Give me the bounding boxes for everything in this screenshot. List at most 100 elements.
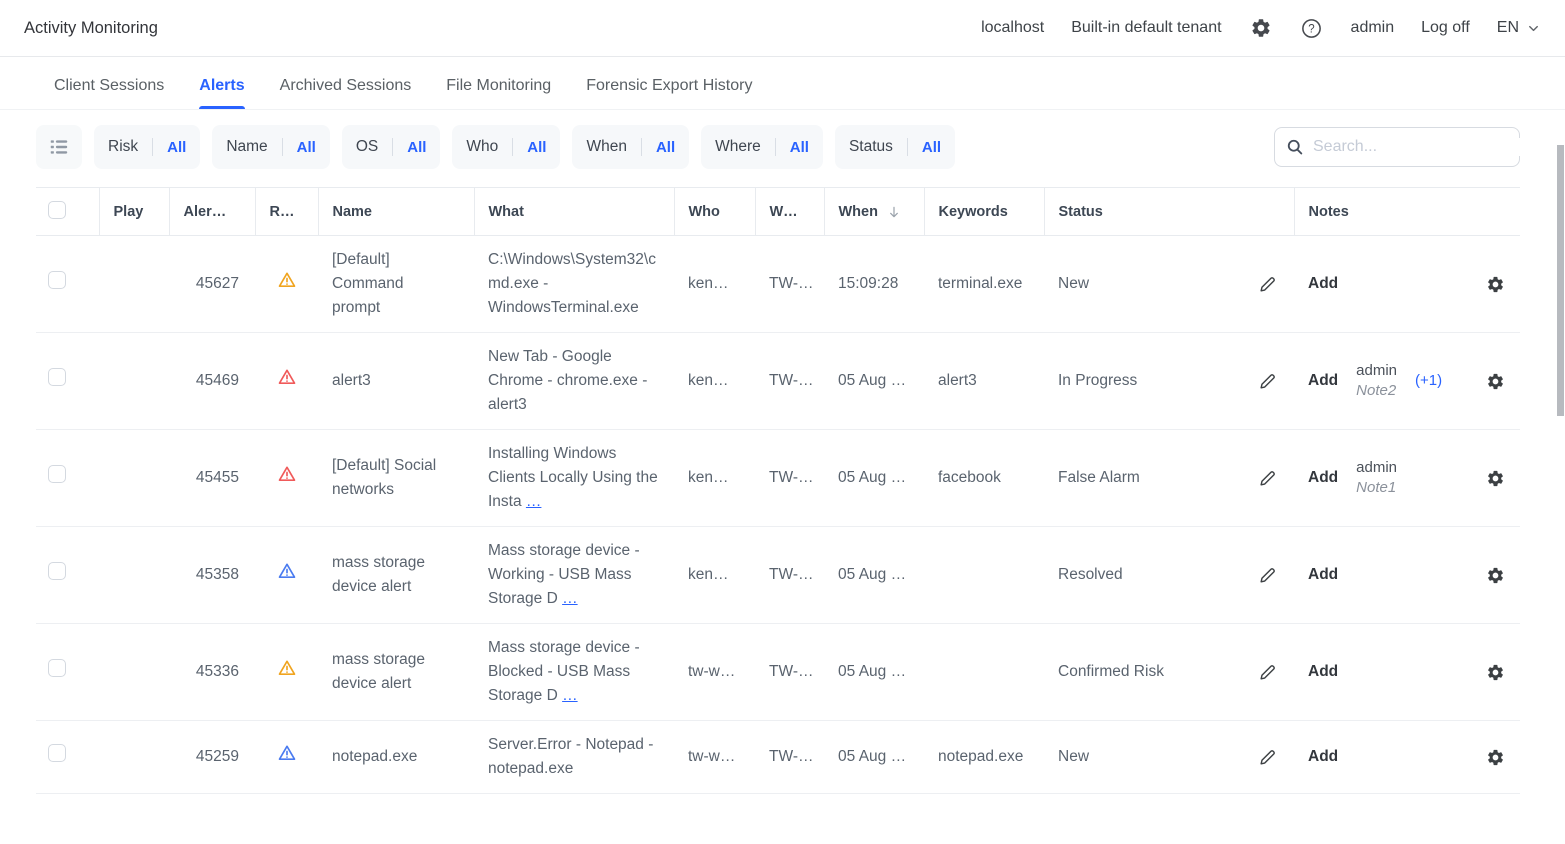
who-cell: ken… xyxy=(674,333,755,430)
filter-label: When xyxy=(572,138,641,156)
row-checkbox[interactable] xyxy=(48,271,66,289)
tab-client-sessions[interactable]: Client Sessions xyxy=(54,77,164,109)
who-cell: tw-w… xyxy=(674,721,755,794)
list-view-button[interactable] xyxy=(36,125,82,169)
row-settings-button[interactable] xyxy=(1484,661,1506,683)
add-note-button[interactable]: Add xyxy=(1308,372,1338,390)
row-checkbox[interactable] xyxy=(48,659,66,677)
filter-label: Where xyxy=(701,138,775,156)
header-alert-id[interactable]: Aler… xyxy=(169,188,255,236)
header-select-all[interactable] xyxy=(36,188,99,236)
row-checkbox[interactable] xyxy=(48,465,66,483)
row-settings-button[interactable] xyxy=(1484,746,1506,768)
keywords-cell: terminal.exe xyxy=(924,236,1044,333)
edit-status-button[interactable] xyxy=(1256,370,1278,392)
settings-icon[interactable] xyxy=(1249,16,1273,40)
row-checkbox[interactable] xyxy=(48,562,66,580)
play-cell xyxy=(99,527,169,624)
play-cell xyxy=(99,236,169,333)
row-checkbox[interactable] xyxy=(48,744,66,762)
note-more-badge[interactable]: (+1) xyxy=(1415,369,1442,393)
language-selector[interactable]: EN xyxy=(1497,19,1541,37)
what-text: Installing Windows Clients Locally Using… xyxy=(488,445,658,510)
add-note-button[interactable]: Add xyxy=(1308,469,1338,487)
pencil-icon xyxy=(1258,372,1277,391)
edit-status-button[interactable] xyxy=(1256,661,1278,683)
table-row: 45259 notepad.exe Server.Error - Notepad… xyxy=(36,721,1520,794)
header-notes[interactable]: Notes xyxy=(1294,188,1520,236)
pencil-icon xyxy=(1258,748,1277,767)
note-text: Note2 xyxy=(1356,381,1397,401)
filter-chip-risk[interactable]: Risk All xyxy=(94,125,200,169)
header-who[interactable]: Who xyxy=(674,188,755,236)
risk-warning-icon xyxy=(277,270,297,290)
user-menu[interactable]: admin xyxy=(1351,19,1395,37)
tab-file-monitoring[interactable]: File Monitoring xyxy=(446,77,551,109)
alerts-table: Play Aler… R… Name What Who W… When Keyw… xyxy=(36,187,1520,794)
gear-icon xyxy=(1486,663,1505,682)
tab-alerts[interactable]: Alerts xyxy=(199,77,244,109)
row-settings-button[interactable] xyxy=(1484,467,1506,489)
vertical-scrollbar[interactable] xyxy=(1557,145,1564,416)
filter-value: All xyxy=(776,139,823,156)
header-play[interactable]: Play xyxy=(99,188,169,236)
add-note-button[interactable]: Add xyxy=(1308,566,1338,584)
what-more-link[interactable]: … xyxy=(562,590,578,607)
filter-value: All xyxy=(283,139,330,156)
header-where[interactable]: W… xyxy=(755,188,824,236)
edit-status-button[interactable] xyxy=(1256,467,1278,489)
row-settings-button[interactable] xyxy=(1484,564,1506,586)
edit-status-button[interactable] xyxy=(1256,746,1278,768)
svg-text:?: ? xyxy=(1308,23,1314,35)
header-what[interactable]: What xyxy=(474,188,674,236)
tab-archived-sessions[interactable]: Archived Sessions xyxy=(280,77,412,109)
header-keywords[interactable]: Keywords xyxy=(924,188,1044,236)
tenant-label: Built-in default tenant xyxy=(1071,19,1221,37)
edit-status-button[interactable] xyxy=(1256,273,1278,295)
row-checkbox[interactable] xyxy=(48,368,66,386)
what-more-link[interactable]: … xyxy=(526,493,542,510)
filter-bar: Risk All Name All OS All Who All When Al… xyxy=(36,125,1520,169)
table-row: 45336 mass storage device alert Mass sto… xyxy=(36,624,1520,721)
search-input[interactable] xyxy=(1313,138,1520,156)
risk-warning-icon xyxy=(277,658,297,678)
what-more-link[interactable]: … xyxy=(562,687,578,704)
filter-chip-os[interactable]: OS All xyxy=(342,125,441,169)
select-all-checkbox[interactable] xyxy=(48,201,66,219)
help-icon[interactable]: ? xyxy=(1300,16,1324,40)
header-when-label: When xyxy=(839,204,878,220)
risk-warning-icon xyxy=(277,367,297,387)
alert-name: mass storage device alert xyxy=(318,527,474,624)
row-settings-button[interactable] xyxy=(1484,273,1506,295)
filter-chip-status[interactable]: Status All xyxy=(835,125,955,169)
top-bar: Activity Monitoring localhost Built-in d… xyxy=(0,0,1565,57)
table-body: 45627 [Default] Command prompt C:\Window… xyxy=(36,236,1520,794)
gear-icon xyxy=(1486,372,1505,391)
header-name[interactable]: Name xyxy=(318,188,474,236)
header-risk[interactable]: R… xyxy=(255,188,318,236)
add-note-button[interactable]: Add xyxy=(1308,748,1338,766)
filter-chip-when[interactable]: When All xyxy=(572,125,689,169)
log-off-button[interactable]: Log off xyxy=(1421,19,1470,37)
alert-name: [Default] Command prompt xyxy=(318,236,474,333)
who-cell: ken… xyxy=(674,236,755,333)
add-note-button[interactable]: Add xyxy=(1308,663,1338,681)
row-settings-button[interactable] xyxy=(1484,370,1506,392)
alert-name: [Default] Social networks xyxy=(318,430,474,527)
keywords-cell: facebook xyxy=(924,430,1044,527)
status-label: In Progress xyxy=(1058,369,1137,393)
filter-chip-name[interactable]: Name All xyxy=(212,125,330,169)
filter-label: OS xyxy=(342,138,392,156)
what-text: Server.Error - Notepad - notepad.exe xyxy=(488,736,653,777)
header-status[interactable]: Status xyxy=(1044,188,1294,236)
add-note-button[interactable]: Add xyxy=(1308,275,1338,293)
filter-chip-who[interactable]: Who All xyxy=(452,125,560,169)
edit-status-button[interactable] xyxy=(1256,564,1278,586)
filter-chip-where[interactable]: Where All xyxy=(701,125,823,169)
note-author: admin xyxy=(1356,361,1397,381)
search-icon xyxy=(1285,137,1305,157)
status-label: False Alarm xyxy=(1058,466,1140,490)
tab-forensic-export-history[interactable]: Forensic Export History xyxy=(586,77,752,109)
risk-warning-icon xyxy=(277,464,297,484)
header-when[interactable]: When xyxy=(824,188,924,236)
